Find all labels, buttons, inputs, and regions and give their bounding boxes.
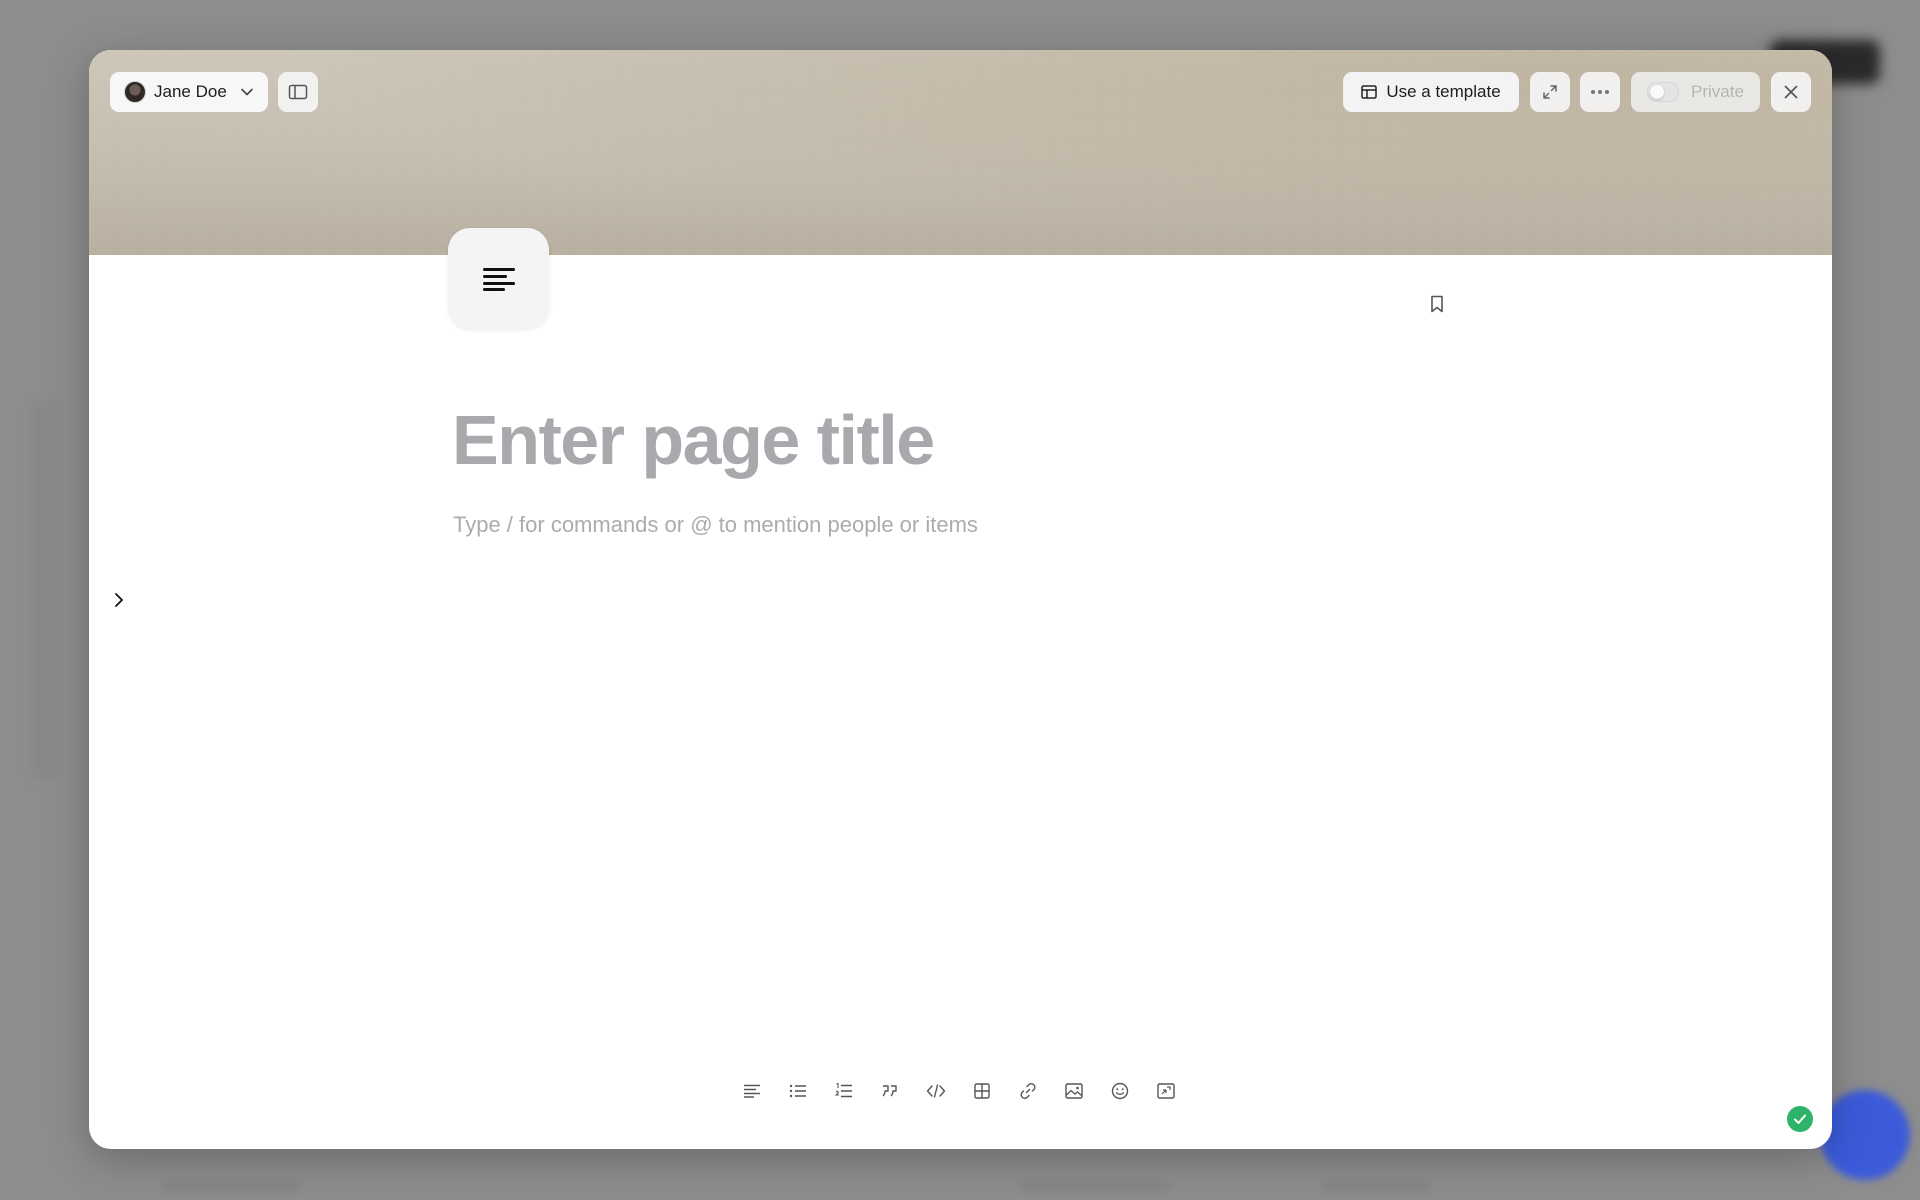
code-button[interactable] — [921, 1076, 951, 1106]
use-template-button[interactable]: Use a template — [1343, 72, 1519, 112]
table-button[interactable] — [967, 1076, 997, 1106]
bookmark-icon — [1431, 295, 1443, 313]
template-label: Use a template — [1386, 82, 1501, 101]
fullscreen-button[interactable] — [1530, 72, 1570, 112]
chevron-down-icon — [240, 88, 253, 96]
page-editor-modal: Jane Doe Use a template Private Enter pa… — [89, 50, 1832, 1149]
paragraph-button[interactable] — [737, 1076, 767, 1106]
quote-icon — [882, 1085, 897, 1097]
bulleted-list-button[interactable] — [783, 1076, 813, 1106]
template-icon — [1361, 85, 1378, 99]
text-align-left-icon — [744, 1084, 760, 1098]
toggle-sidebar-button[interactable] — [278, 72, 318, 112]
bulleted-list-icon — [789, 1084, 806, 1098]
user-switcher-button[interactable]: Jane Doe — [110, 72, 268, 112]
toggle-switch[interactable] — [1647, 82, 1680, 102]
table-icon — [974, 1083, 990, 1099]
more-options-button[interactable] — [1580, 72, 1620, 112]
avatar — [124, 81, 146, 103]
saved-status-icon — [1787, 1106, 1813, 1132]
bg-floating-action-button — [1820, 1090, 1910, 1180]
bg-text-shadow — [1320, 1180, 1430, 1194]
chevron-right-icon — [115, 593, 123, 607]
emoji-icon — [1111, 1082, 1129, 1100]
private-toggle[interactable]: Private — [1631, 72, 1760, 112]
page-body-input[interactable]: Type / for commands or @ to mention peop… — [453, 510, 1353, 540]
quote-button[interactable] — [875, 1076, 905, 1106]
code-icon — [926, 1084, 946, 1098]
page-title-input[interactable]: Enter page title — [452, 400, 1352, 480]
check-icon — [1794, 1114, 1806, 1124]
emoji-button[interactable] — [1105, 1076, 1135, 1106]
image-icon — [1065, 1083, 1083, 1099]
image-button[interactable] — [1059, 1076, 1089, 1106]
embed-button[interactable] — [1151, 1076, 1181, 1106]
expand-panel-button[interactable] — [107, 588, 131, 612]
numbered-list-button[interactable] — [829, 1076, 859, 1106]
bg-text-shadow — [1020, 1180, 1170, 1194]
close-button[interactable] — [1771, 72, 1811, 112]
bg-text-shadow — [160, 1180, 300, 1194]
expand-icon — [1543, 85, 1557, 99]
page-icon[interactable] — [448, 228, 549, 329]
text-align-left-icon — [482, 267, 515, 291]
close-icon — [1784, 85, 1798, 99]
link-button[interactable] — [1013, 1076, 1043, 1106]
bookmark-button[interactable] — [1428, 293, 1446, 315]
formatting-toolbar — [737, 1076, 1181, 1106]
embed-icon — [1157, 1083, 1175, 1099]
link-icon — [1020, 1083, 1036, 1099]
numbered-list-icon — [835, 1083, 852, 1098]
private-label: Private — [1691, 82, 1744, 101]
user-name: Jane Doe — [154, 82, 227, 101]
bg-sidebar-shadow — [30, 400, 60, 780]
cover-image[interactable] — [89, 50, 1832, 255]
more-icon — [1591, 90, 1609, 94]
sidebar-icon — [288, 84, 308, 100]
